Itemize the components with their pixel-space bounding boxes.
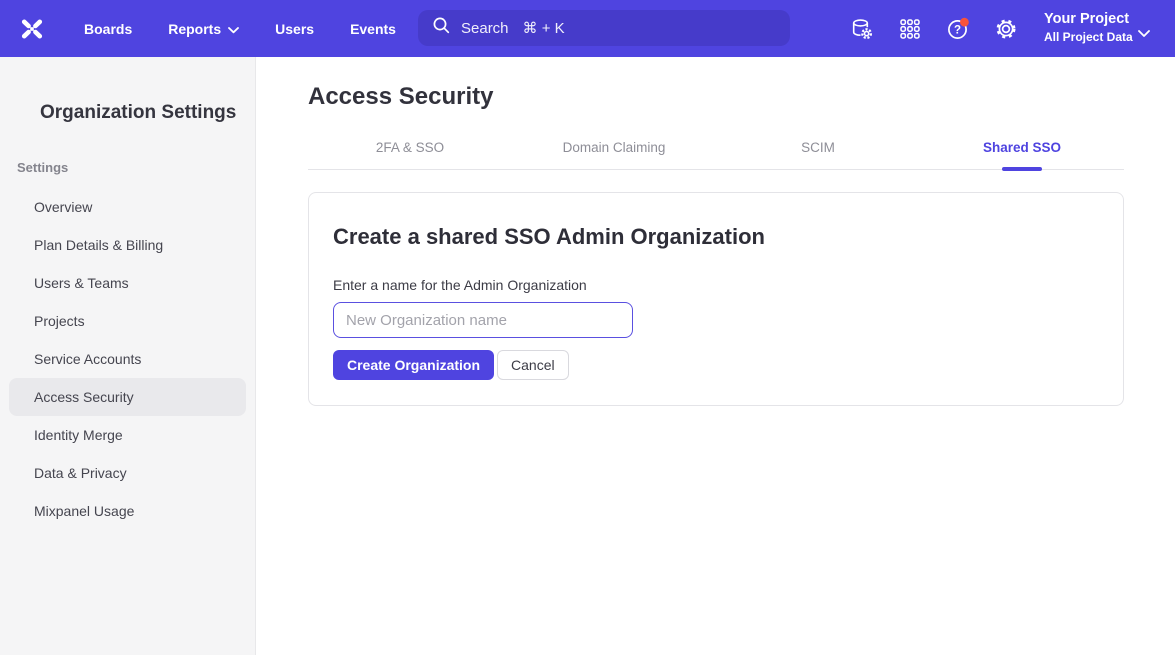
create-sso-org-card: Create a shared SSO Admin Organization E…: [308, 192, 1124, 406]
sidebar-item-users-teams[interactable]: Users & Teams: [9, 264, 246, 302]
tab-2fa-sso[interactable]: 2FA & SSO: [308, 140, 512, 169]
sidebar-item-projects[interactable]: Projects: [9, 302, 246, 340]
tab-scim[interactable]: SCIM: [716, 140, 920, 169]
gear-icon[interactable]: [993, 16, 1019, 42]
org-name-input[interactable]: [333, 302, 633, 338]
nav-item-label: Reports: [168, 21, 221, 37]
project-switcher[interactable]: Your Project All Project Data: [1044, 9, 1133, 45]
nav-item-label: Boards: [84, 21, 132, 37]
search-icon: [432, 16, 451, 40]
primary-nav-links: Boards Reports Users Events: [84, 0, 396, 57]
org-name-label: Enter a name for the Admin Organization: [333, 277, 1099, 293]
search-shortcut: ⌘ + K: [523, 19, 565, 37]
settings-sidebar: Organization Settings Settings Overview …: [0, 57, 256, 655]
data-management-icon[interactable]: [849, 16, 875, 42]
sidebar-item-plan-details-billing[interactable]: Plan Details & Billing: [9, 226, 246, 264]
sidebar-item-identity-merge[interactable]: Identity Merge: [9, 416, 246, 454]
project-scope: All Project Data: [1044, 29, 1133, 45]
main-content: Access Security 2FA & SSO Domain Claimin…: [256, 57, 1175, 655]
sidebar-item-mixpanel-usage[interactable]: Mixpanel Usage: [9, 492, 246, 530]
card-heading: Create a shared SSO Admin Organization: [333, 224, 1099, 250]
nav-item-reports[interactable]: Reports: [168, 21, 239, 37]
tab-shared-sso[interactable]: Shared SSO: [920, 140, 1124, 169]
nav-item-events[interactable]: Events: [350, 21, 396, 37]
chevron-down-icon: [228, 21, 239, 37]
search-input[interactable]: Search ⌘ + K: [418, 10, 790, 46]
nav-item-label: Users: [275, 21, 314, 37]
page-title: Access Security: [308, 83, 1175, 111]
top-navigation-bar: Boards Reports Users Events Search ⌘ + K: [0, 0, 1175, 57]
nav-item-label: Events: [350, 21, 396, 37]
create-organization-button[interactable]: Create Organization: [333, 350, 494, 380]
help-icon[interactable]: ?: [945, 16, 971, 42]
apps-grid-icon[interactable]: [897, 16, 923, 42]
mixpanel-logo[interactable]: [18, 15, 48, 43]
card-actions: Create Organization Cancel: [333, 350, 1099, 380]
sidebar-section-header: Settings: [17, 160, 255, 175]
nav-item-users[interactable]: Users: [275, 21, 314, 37]
search-placeholder: Search: [461, 20, 509, 37]
sidebar-item-access-security[interactable]: Access Security: [9, 378, 246, 416]
project-name: Your Project: [1044, 9, 1133, 29]
sidebar-item-data-privacy[interactable]: Data & Privacy: [9, 454, 246, 492]
project-chevron-down-icon[interactable]: [1138, 25, 1150, 43]
nav-item-boards[interactable]: Boards: [84, 21, 132, 37]
sidebar-item-overview[interactable]: Overview: [9, 188, 246, 226]
cancel-button[interactable]: Cancel: [497, 350, 569, 380]
tab-bar: 2FA & SSO Domain Claiming SCIM Shared SS…: [308, 140, 1124, 170]
sidebar-title: Organization Settings: [40, 102, 255, 124]
sidebar-item-service-accounts[interactable]: Service Accounts: [9, 340, 246, 378]
svg-text:?: ?: [954, 25, 961, 37]
tab-domain-claiming[interactable]: Domain Claiming: [512, 140, 716, 169]
sidebar-item-list: Overview Plan Details & Billing Users & …: [0, 188, 255, 530]
